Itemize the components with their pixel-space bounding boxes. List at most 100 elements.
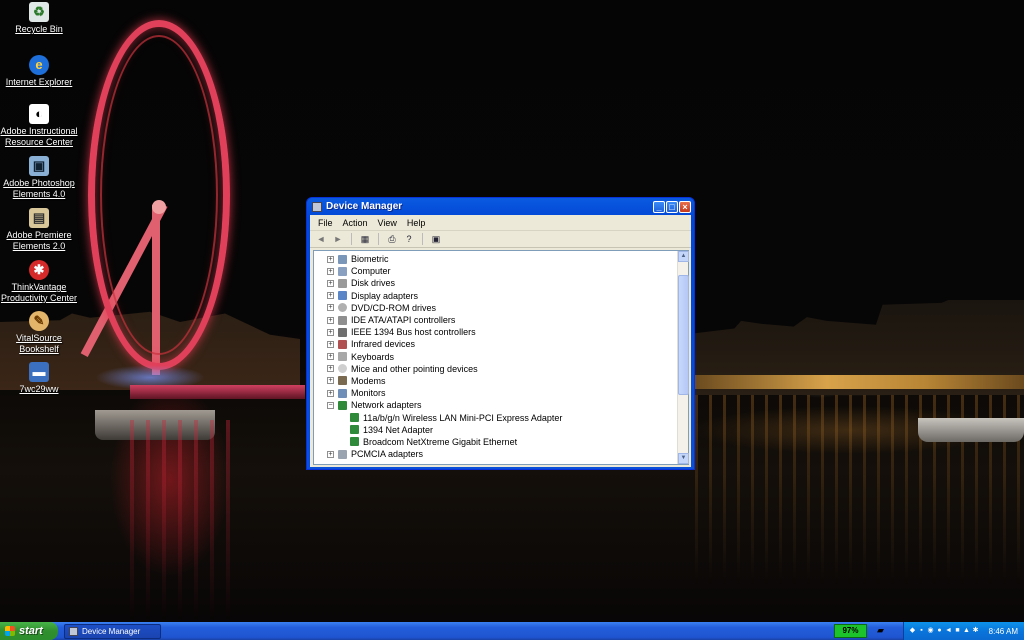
monitor-icon	[338, 388, 347, 398]
vertical-scrollbar[interactable]: ▲ ▼	[677, 251, 689, 464]
tray-app-icon[interactable]: ▰	[877, 625, 891, 637]
desktop-icon-recycle-bin[interactable]: ♻ Recycle Bin	[0, 2, 78, 35]
expand-plus-icon[interactable]: +	[327, 340, 334, 348]
scroll-down-icon[interactable]: ▼	[678, 453, 689, 464]
computer-icon	[338, 266, 347, 276]
expand-plus-icon[interactable]: +	[327, 316, 334, 324]
desktop-icon-vitalsource[interactable]: ✎ VitalSource Bookshelf	[0, 311, 78, 355]
help-icon[interactable]: ?	[402, 233, 416, 246]
menu-file[interactable]: File	[313, 218, 338, 228]
power-icon[interactable]: ●	[936, 627, 943, 635]
show-hide-console-tree-icon[interactable]: ▦	[358, 233, 372, 246]
tree-node-label: 1394 Net Adapter	[363, 424, 434, 435]
expand-plus-icon[interactable]: +	[327, 292, 334, 300]
minimize-button[interactable]: _	[653, 200, 665, 213]
expand-plus-icon[interactable]: +	[327, 389, 334, 397]
dvd-drive-icon	[338, 303, 347, 313]
desktop-icon-label: Internet Explorer	[5, 77, 73, 87]
tree-node-network-adapters[interactable]: − Network adapters	[314, 399, 676, 411]
forward-arrow-icon[interactable]: ►	[331, 233, 345, 246]
infrared-icon	[338, 339, 347, 349]
expand-plus-icon[interactable]: +	[327, 450, 334, 458]
print-icon[interactable]: ⎙	[385, 233, 399, 246]
collapse-minus-icon[interactable]: −	[327, 401, 334, 409]
tree-node-modems[interactable]: + Modems	[314, 375, 676, 387]
expand-plus-icon[interactable]: +	[327, 279, 334, 287]
tree-node-keyboards[interactable]: + Keyboards	[314, 351, 676, 363]
expand-plus-icon[interactable]: +	[327, 353, 334, 361]
shield-icon[interactable]: ◆	[909, 627, 916, 635]
display-adapter-icon	[338, 291, 347, 301]
device-tree: + Biometric + Computer + Disk drives + Displ…	[314, 251, 676, 464]
display-icon[interactable]: ■	[954, 627, 961, 635]
tree-node-disk-drives[interactable]: + Disk drives	[314, 277, 676, 289]
thinkvantage-icon: ✱	[29, 260, 49, 280]
mouse-icon	[338, 364, 347, 374]
volume-icon[interactable]: ◄	[945, 627, 952, 635]
tree-node-label: Broadcom NetXtreme Gigabit Ethernet	[363, 436, 518, 447]
device-manager-window[interactable]: Device Manager _ □ × File Action View He…	[306, 197, 695, 470]
tree-node-monitors[interactable]: + Monitors	[314, 387, 676, 399]
desktop-icon-premiere-elements[interactable]: ▤ Adobe Premiere Elements 2.0	[0, 208, 78, 252]
network-card-icon	[350, 413, 359, 423]
pcmcia-icon	[338, 449, 347, 459]
expand-plus-icon[interactable]: +	[327, 365, 334, 373]
clock[interactable]: 8:46 AM	[989, 627, 1018, 636]
desktop-icon-shortcut[interactable]: ▬ 7wc29ww	[0, 362, 78, 395]
desktop-icon-label: Adobe Instructional Resource Center	[0, 126, 78, 147]
properties-icon[interactable]: ▣	[429, 233, 443, 246]
battery-meter[interactable]: 97%	[834, 624, 867, 638]
menu-view[interactable]: View	[373, 218, 402, 228]
expand-plus-icon[interactable]: +	[327, 377, 334, 385]
updates-icon[interactable]: ✱	[972, 627, 979, 635]
device-tree-panel: + Biometric + Computer + Disk drives + Displ…	[313, 250, 689, 465]
tree-node-label: Computer	[351, 266, 391, 277]
desktop-icon-adobe-irc[interactable]: ◐ Adobe Instructional Resource Center	[0, 104, 78, 148]
expand-plus-icon[interactable]: +	[327, 267, 334, 275]
scroll-up-icon[interactable]: ▲	[678, 251, 689, 262]
tree-node-biometric[interactable]: + Biometric	[314, 253, 676, 265]
tree-node-mice[interactable]: + Mice and other pointing devices	[314, 363, 676, 375]
tree-node-pcmcia[interactable]: + PCMCIA adapters	[314, 448, 676, 460]
wallpaper-water-reflection-left	[130, 420, 240, 620]
windows-logo-icon	[5, 626, 15, 636]
menu-action[interactable]: Action	[338, 218, 373, 228]
tree-node-label: Monitors	[351, 388, 386, 399]
back-arrow-icon[interactable]: ◄	[314, 233, 328, 246]
close-button[interactable]: ×	[679, 200, 691, 213]
tree-node-1394-net[interactable]: 1394 Net Adapter	[314, 424, 676, 436]
scrollbar-thumb[interactable]	[678, 275, 689, 395]
desktop-icon-thinkvantage[interactable]: ✱ ThinkVantage Productivity Center	[0, 260, 78, 304]
tree-node-ide-ata[interactable]: + IDE ATA/ATAPI controllers	[314, 314, 676, 326]
photoshop-elements-icon: ▣	[29, 156, 49, 176]
menu-help[interactable]: Help	[402, 218, 431, 228]
maximize-button[interactable]: □	[666, 200, 678, 213]
adobe-irc-icon: ◐	[29, 104, 49, 124]
modem-icon	[338, 376, 347, 386]
start-button[interactable]: start	[0, 622, 58, 640]
vitalsource-icon: ✎	[29, 311, 49, 331]
shortcut-icon: ▬	[29, 362, 49, 382]
expand-plus-icon[interactable]: +	[327, 255, 334, 263]
tree-node-computer[interactable]: + Computer	[314, 265, 676, 277]
desktop-icon-photoshop-elements[interactable]: ▣ Adobe Photoshop Elements 4.0	[0, 156, 78, 200]
tree-node-broadcom[interactable]: Broadcom NetXtreme Gigabit Ethernet	[314, 436, 676, 448]
desktop-icon-label: Adobe Photoshop Elements 4.0	[3, 178, 75, 199]
wallpaper-wheel-hub	[152, 200, 166, 214]
wireless-icon[interactable]: ◉	[927, 627, 934, 635]
network-icon[interactable]: ▪	[918, 627, 925, 635]
tree-node-ieee-1394[interactable]: + IEEE 1394 Bus host controllers	[314, 326, 676, 338]
security-icon[interactable]: ▲	[963, 627, 970, 635]
tree-node-wireless-lan[interactable]: 11a/b/g/n Wireless LAN Mini-PCI Express …	[314, 411, 676, 423]
tree-node-dvd-cd-rom[interactable]: + DVD/CD-ROM drives	[314, 302, 676, 314]
desktop-icon-internet-explorer[interactable]: e Internet Explorer	[0, 55, 78, 88]
tree-node-infrared[interactable]: + Infrared devices	[314, 338, 676, 350]
biometric-icon	[338, 254, 347, 264]
tree-node-display-adapters[interactable]: + Display adapters	[314, 290, 676, 302]
expand-plus-icon[interactable]: +	[327, 304, 334, 312]
toolbar-separator	[422, 233, 423, 245]
expand-plus-icon[interactable]: +	[327, 328, 334, 336]
taskbar-button-device-manager[interactable]: Device Manager	[64, 624, 161, 639]
tree-node-label: DVD/CD-ROM drives	[351, 302, 437, 313]
window-titlebar[interactable]: Device Manager _ □ ×	[310, 198, 691, 215]
